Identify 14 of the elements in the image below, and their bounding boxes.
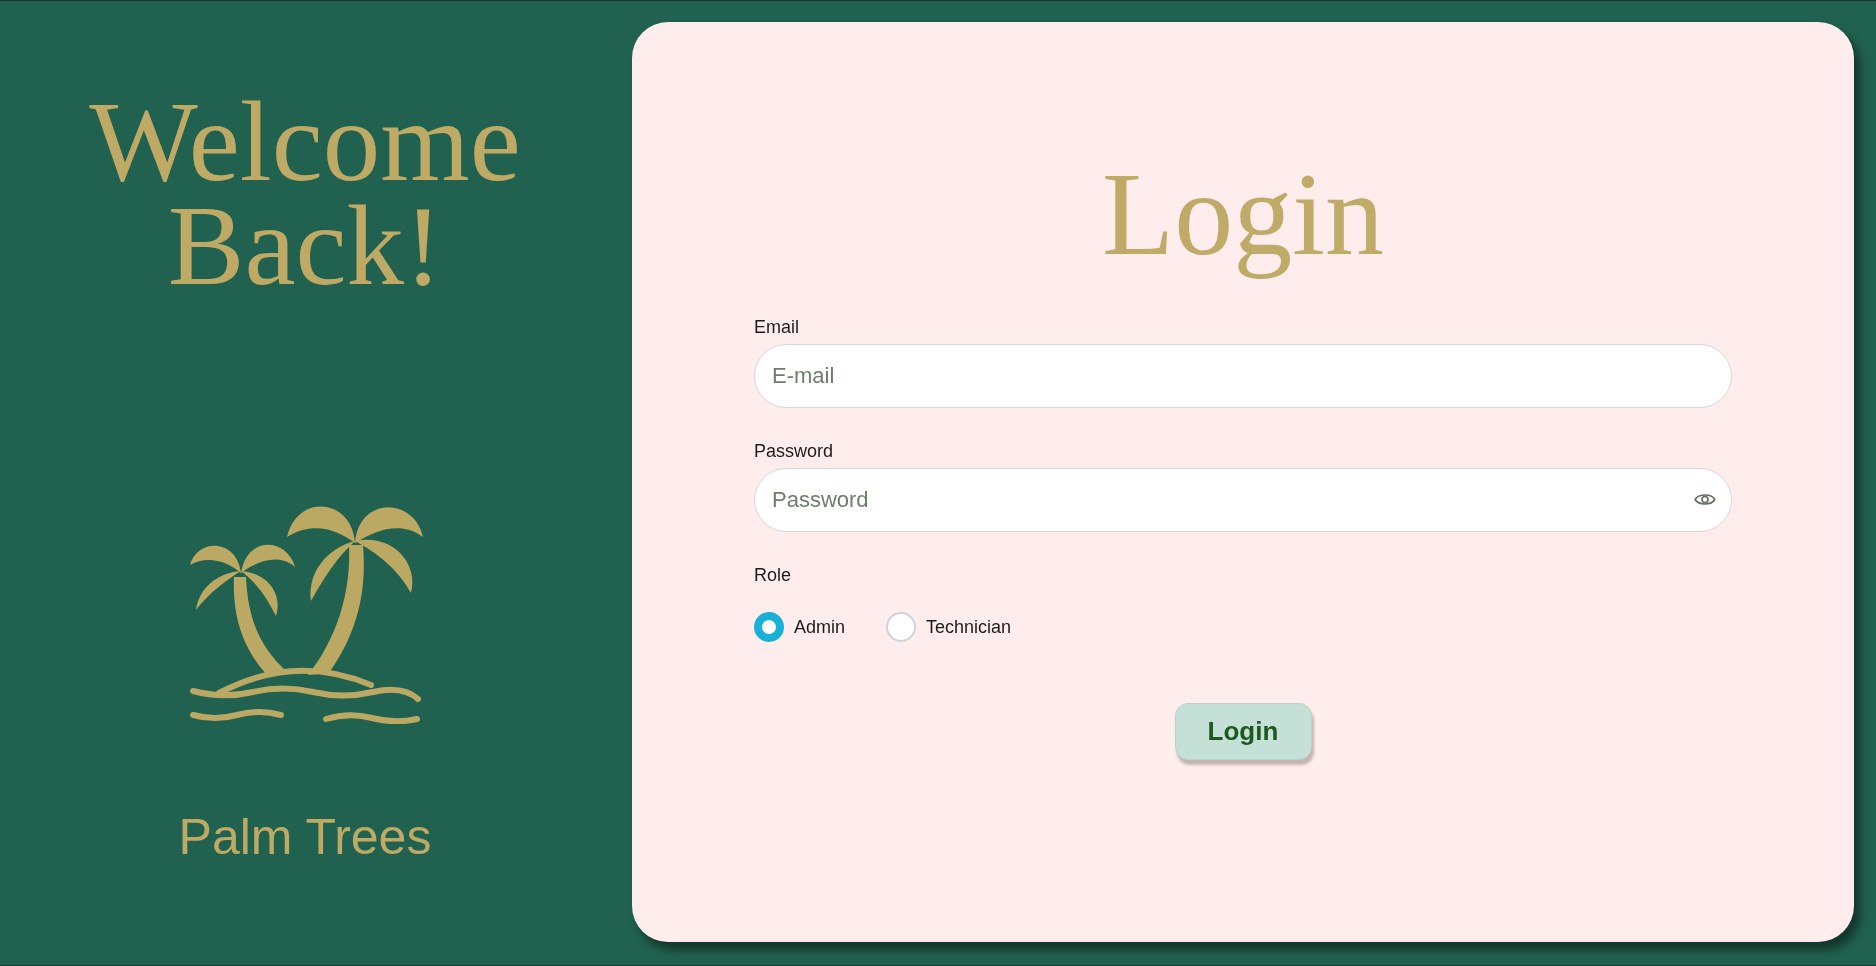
login-button[interactable]: Login — [1174, 703, 1312, 760]
field-label: Password — [754, 440, 834, 462]
input-field[interactable]: Password — [754, 468, 1732, 532]
field-label: Role — [754, 564, 792, 586]
welcome-heading: Welcome Back! — [88, 90, 522, 298]
option-label: Technician — [926, 616, 1012, 638]
brand-name: Palm Trees — [178, 808, 432, 867]
radio-button[interactable] — [754, 612, 784, 642]
login-title: Login — [1102, 148, 1384, 282]
input-field[interactable]: E-mail — [754, 344, 1732, 408]
option-label: Admin — [794, 616, 846, 638]
radio-button[interactable] — [886, 612, 917, 642]
eye-icon[interactable] — [1694, 492, 1716, 507]
field-label: Email — [754, 316, 799, 338]
